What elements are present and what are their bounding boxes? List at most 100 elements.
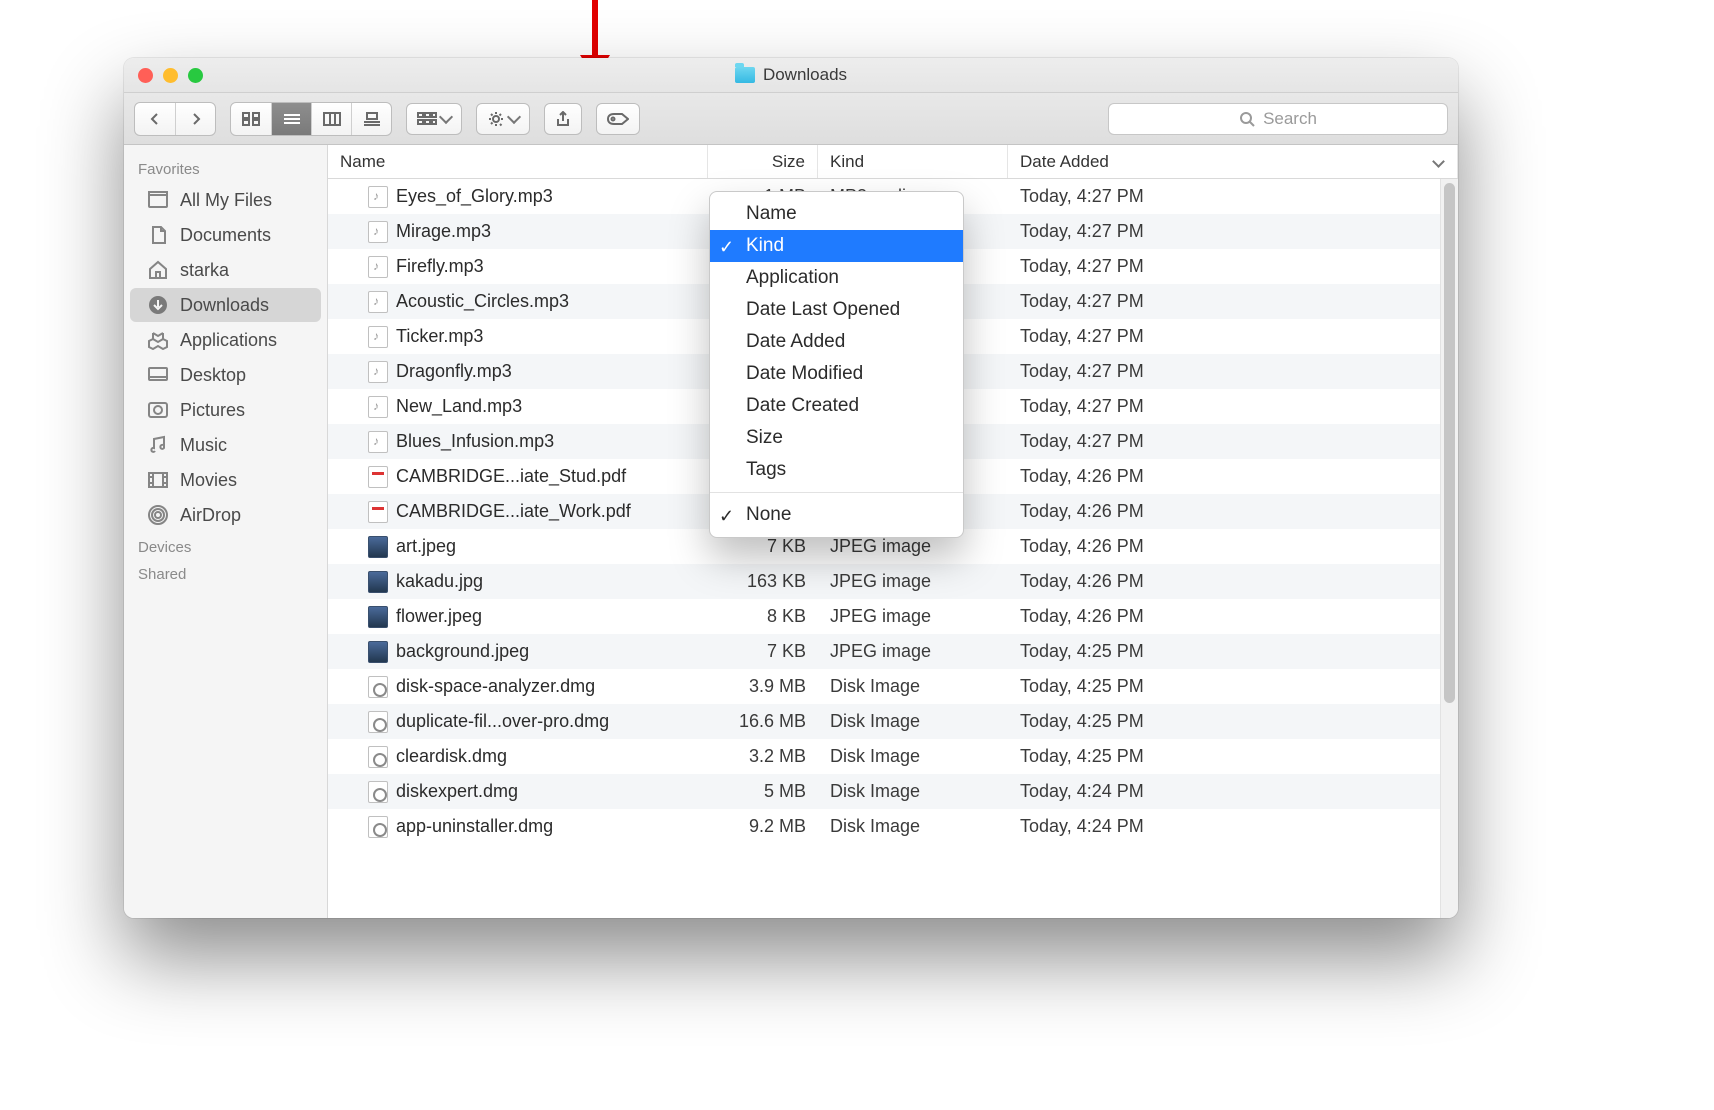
search-placeholder: Search	[1263, 109, 1317, 129]
sidebar-item-applications[interactable]: Applications	[130, 323, 321, 357]
icon-view-button[interactable]	[231, 103, 271, 135]
file-name: Dragonfly.mp3	[396, 361, 512, 382]
forward-button[interactable]	[175, 103, 215, 135]
file-kind: JPEG image	[818, 536, 1008, 557]
file-row[interactable]: app-uninstaller.dmg9.2 MBDisk ImageToday…	[328, 809, 1458, 844]
coverflow-view-button[interactable]	[351, 103, 391, 135]
file-name: kakadu.jpg	[396, 571, 483, 592]
sidebar-item-all-my-files[interactable]: All My Files	[130, 183, 321, 217]
menu-item-name[interactable]: Name	[710, 198, 963, 230]
search-field[interactable]: Search	[1108, 103, 1448, 135]
sidebar-item-airdrop[interactable]: AirDrop	[130, 498, 321, 532]
file-row[interactable]: diskexpert.dmg5 MBDisk ImageToday, 4:24 …	[328, 774, 1458, 809]
file-icon	[368, 186, 388, 208]
file-row[interactable]: disk-space-analyzer.dmg3.9 MBDisk ImageT…	[328, 669, 1458, 704]
titlebar: Downloads	[124, 58, 1458, 93]
file-icon	[368, 466, 388, 488]
list-view-button[interactable]	[271, 103, 311, 135]
file-size: 7 KB	[708, 641, 818, 662]
file-name: background.jpeg	[396, 641, 529, 662]
col-kind[interactable]: Kind	[818, 145, 1008, 178]
file-icon	[368, 816, 388, 838]
tags-button[interactable]	[596, 103, 640, 135]
file-kind: Disk Image	[818, 676, 1008, 697]
scrollbar[interactable]	[1440, 179, 1458, 918]
file-row[interactable]: flower.jpeg8 KBJPEG imageToday, 4:26 PM	[328, 599, 1458, 634]
menu-item-kind[interactable]: ✓Kind	[710, 230, 963, 262]
file-icon	[368, 606, 388, 628]
file-date: Today, 4:24 PM	[1008, 781, 1458, 802]
file-icon	[368, 431, 388, 453]
sidebar-section-header[interactable]: Devices	[124, 533, 327, 560]
file-row[interactable]: duplicate-fil...over-pro.dmg16.6 MBDisk …	[328, 704, 1458, 739]
sidebar-item-label: Music	[180, 435, 227, 456]
sidebar-item-movies[interactable]: Movies	[130, 463, 321, 497]
file-name: Ticker.mp3	[396, 326, 483, 347]
sidebar-section-header[interactable]: Favorites	[124, 155, 327, 182]
applications-icon	[146, 329, 170, 351]
sidebar-section-header[interactable]: Shared	[124, 560, 327, 587]
downloads-icon	[146, 294, 170, 316]
file-size: 7 KB	[708, 536, 818, 557]
menu-item-label: Tags	[746, 459, 786, 480]
file-name: flower.jpeg	[396, 606, 482, 627]
arrange-button[interactable]	[406, 103, 462, 135]
file-date: Today, 4:26 PM	[1008, 571, 1458, 592]
file-kind: Disk Image	[818, 711, 1008, 732]
file-name: cleardisk.dmg	[396, 746, 507, 767]
sidebar-item-label: Pictures	[180, 400, 245, 421]
menu-item-date-added[interactable]: Date Added	[710, 326, 963, 358]
sidebar-item-downloads[interactable]: Downloads	[130, 288, 321, 322]
file-row[interactable]: background.jpeg7 KBJPEG imageToday, 4:25…	[328, 634, 1458, 669]
column-headers: Name Size Kind Date Added	[328, 145, 1458, 179]
view-switcher	[230, 102, 392, 136]
file-icon	[368, 641, 388, 663]
sidebar-item-desktop[interactable]: Desktop	[130, 358, 321, 392]
col-size[interactable]: Size	[708, 145, 818, 178]
file-name: New_Land.mp3	[396, 396, 522, 417]
file-date: Today, 4:25 PM	[1008, 711, 1458, 732]
file-icon	[368, 221, 388, 243]
file-row[interactable]: kakadu.jpg163 KBJPEG imageToday, 4:26 PM	[328, 564, 1458, 599]
scrollbar-thumb[interactable]	[1444, 183, 1455, 703]
share-icon	[555, 111, 571, 127]
sidebar: FavoritesAll My FilesDocumentsstarkaDown…	[124, 145, 328, 918]
chevron-down-icon	[1432, 155, 1445, 168]
menu-item-tags[interactable]: Tags	[710, 454, 963, 486]
sidebar-item-pictures[interactable]: Pictures	[130, 393, 321, 427]
menu-item-application[interactable]: Application	[710, 262, 963, 294]
file-date: Today, 4:27 PM	[1008, 221, 1458, 242]
file-icon	[368, 326, 388, 348]
column-view-button[interactable]	[311, 103, 351, 135]
menu-item-date-created[interactable]: Date Created	[710, 390, 963, 422]
file-kind: Disk Image	[818, 746, 1008, 767]
menu-item-size[interactable]: Size	[710, 422, 963, 454]
menu-item-label: Application	[746, 267, 839, 288]
arrange-icon	[417, 112, 437, 126]
col-name[interactable]: Name	[328, 145, 708, 178]
sidebar-item-documents[interactable]: Documents	[130, 218, 321, 252]
menu-item-none[interactable]: ✓None	[710, 499, 963, 531]
back-button[interactable]	[135, 103, 175, 135]
file-name: app-uninstaller.dmg	[396, 816, 553, 837]
folder-icon	[735, 67, 755, 83]
file-date: Today, 4:27 PM	[1008, 361, 1458, 382]
file-name: disk-space-analyzer.dmg	[396, 676, 595, 697]
menu-item-date-last-opened[interactable]: Date Last Opened	[710, 294, 963, 326]
menu-item-date-modified[interactable]: Date Modified	[710, 358, 963, 390]
desktop-icon	[146, 364, 170, 386]
sidebar-item-music[interactable]: Music	[130, 428, 321, 462]
sidebar-item-label: AirDrop	[180, 505, 241, 526]
documents-icon	[146, 224, 170, 246]
menu-item-label: Size	[746, 427, 783, 448]
file-icon	[368, 291, 388, 313]
file-size: 3.2 MB	[708, 746, 818, 767]
file-date: Today, 4:27 PM	[1008, 291, 1458, 312]
col-date-added[interactable]: Date Added	[1008, 145, 1458, 178]
file-icon	[368, 361, 388, 383]
share-button[interactable]	[544, 103, 582, 135]
sidebar-item-starka[interactable]: starka	[130, 253, 321, 287]
action-button[interactable]	[476, 103, 530, 135]
menu-item-label: Name	[746, 203, 797, 224]
file-row[interactable]: cleardisk.dmg3.2 MBDisk ImageToday, 4:25…	[328, 739, 1458, 774]
